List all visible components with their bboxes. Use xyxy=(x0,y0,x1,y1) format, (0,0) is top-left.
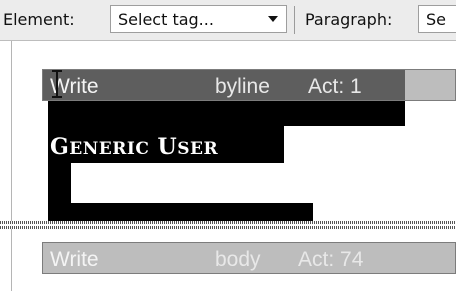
byline-first-rest: ENERIC xyxy=(69,139,150,159)
chevron-down-icon[interactable] xyxy=(268,16,278,22)
byline-first-initial: G xyxy=(50,134,70,160)
byline-field-tag-name: byline xyxy=(215,75,270,98)
selection-block-top xyxy=(48,101,405,126)
body-field-act: Act: 74 xyxy=(298,248,364,271)
paragraph-style-select-value: Se xyxy=(426,10,446,29)
body-field-tag[interactable]: Write body Act: 74 xyxy=(42,242,456,274)
element-tag-select-value: Select tag... xyxy=(118,10,214,29)
byline-field-act: Act: 1 xyxy=(308,75,362,98)
left-margin-rule xyxy=(11,41,12,291)
text-insertion-cursor xyxy=(52,70,62,98)
byline-last-initial: U xyxy=(157,134,178,160)
section-divider xyxy=(0,221,456,229)
formatting-toolbar: Element: Select tag... Paragraph: Se xyxy=(0,0,456,41)
toolbar-separator xyxy=(294,6,295,34)
byline-field-tag[interactable]: Write byline Act: 1 xyxy=(42,69,456,101)
paragraph-style-select[interactable]: Se xyxy=(418,5,456,33)
byline-last-rest: SER xyxy=(177,139,219,159)
selection-block-left xyxy=(48,163,71,203)
element-tag-select[interactable]: Select tag... xyxy=(110,5,287,33)
body-field-tag-name: body xyxy=(215,248,261,271)
paragraph-label: Paragraph: xyxy=(305,10,393,29)
element-label: Element: xyxy=(3,10,75,29)
byline-text[interactable]: GENERIC USER xyxy=(50,134,218,160)
selection-block-bottom xyxy=(48,203,313,221)
body-field-action: Write xyxy=(50,248,99,271)
